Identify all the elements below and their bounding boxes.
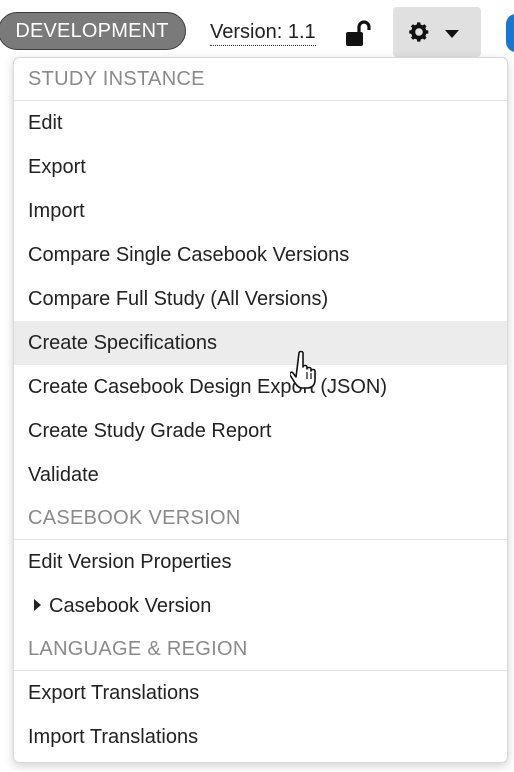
- menu-item-validate[interactable]: Validate: [14, 453, 507, 497]
- menu-item-edit-version-properties[interactable]: Edit Version Properties: [14, 540, 507, 584]
- settings-dropdown-menu: STUDY INSTANCE Edit Export Import Compar…: [13, 57, 508, 763]
- unlocked-padlock-icon[interactable]: [344, 20, 374, 48]
- gear-icon: [409, 22, 429, 42]
- menu-item-create-study-grade-report[interactable]: Create Study Grade Report: [14, 409, 507, 453]
- menu-item-import-translations[interactable]: Import Translations: [14, 715, 507, 759]
- menu-item-export[interactable]: Export: [14, 145, 507, 189]
- menu-item-create-specifications[interactable]: Create Specifications: [14, 321, 507, 365]
- top-toolbar: DEVELOPMENT Version: 1.1: [0, 0, 514, 64]
- caret-down-icon: [445, 30, 459, 38]
- expand-triangle-icon: [34, 599, 41, 611]
- partial-action-button[interactable]: [506, 14, 514, 52]
- menu-item-compare-full-study[interactable]: Compare Full Study (All Versions): [14, 277, 507, 321]
- menu-item-import[interactable]: Import: [14, 189, 507, 233]
- version-label[interactable]: Version: 1.1: [210, 19, 316, 46]
- environment-badge[interactable]: DEVELOPMENT: [0, 12, 186, 50]
- menu-item-label: Casebook Version: [49, 595, 212, 617]
- menu-item-casebook-version-submenu[interactable]: Casebook Version: [14, 584, 507, 628]
- section-header-study-instance: STUDY INSTANCE: [14, 58, 507, 101]
- menu-item-create-casebook-design-export[interactable]: Create Casebook Design Export (JSON): [14, 365, 507, 409]
- menu-item-edit[interactable]: Edit: [14, 101, 507, 145]
- settings-menu-button[interactable]: [393, 7, 481, 57]
- menu-item-export-translations[interactable]: Export Translations: [14, 671, 507, 715]
- section-header-casebook-version: CASEBOOK VERSION: [14, 497, 507, 540]
- section-header-language-region: LANGUAGE & REGION: [14, 628, 507, 671]
- menu-item-compare-single-casebook-versions[interactable]: Compare Single Casebook Versions: [14, 233, 507, 277]
